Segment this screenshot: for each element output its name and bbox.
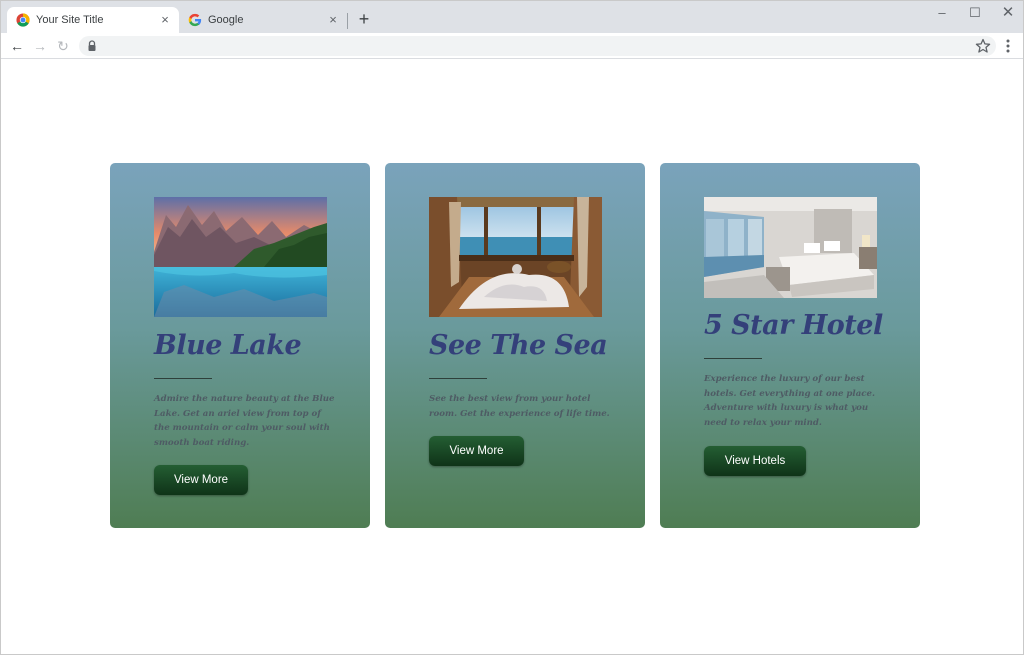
view-more-button[interactable]: View More (154, 465, 248, 495)
minimize-button[interactable]: – (929, 4, 955, 22)
maximize-button[interactable]: ☐ (962, 4, 988, 22)
title-divider (154, 378, 212, 379)
tab-separator (347, 13, 348, 29)
close-window-button[interactable]: ✕ (995, 4, 1021, 22)
page-content: Blue Lake Admire the nature beauty at th… (1, 60, 1023, 654)
card-5-star-hotel: 5 Star Hotel Experience the luxury of ou… (660, 163, 920, 528)
browser-window: Your Site Title × Google × + – ☐ ✕ ← → ↻ (0, 0, 1024, 655)
lock-icon (88, 40, 96, 51)
card-title: See The Sea (429, 330, 608, 361)
hotel-room-image (704, 197, 877, 298)
back-button[interactable]: ← (8, 37, 26, 55)
view-hotels-button[interactable]: View Hotels (704, 446, 806, 476)
title-divider (704, 358, 762, 359)
address-bar[interactable] (79, 36, 996, 56)
close-tab-icon[interactable]: × (326, 13, 340, 27)
sea-view-image (429, 197, 602, 317)
card-description: Experience the luxury of our best hotels… (704, 374, 875, 428)
card-see-the-sea: See The Sea See the best view from your … (385, 163, 645, 528)
card-description: See the best view from your hotel room. … (429, 394, 610, 419)
menu-icon[interactable] (1003, 37, 1013, 55)
star-icon[interactable] (974, 37, 992, 55)
google-icon (188, 13, 202, 27)
card-description: Admire the nature beauty at the Blue Lak… (154, 394, 335, 448)
browser-toolbar: ← → ↻ (1, 33, 1023, 59)
new-tab-button[interactable]: + (355, 10, 373, 28)
view-more-button[interactable]: View More (429, 436, 524, 466)
tab-title: Your Site Title (36, 14, 104, 26)
card-title: Blue Lake (154, 330, 302, 361)
blue-lake-image (154, 197, 327, 317)
tab-title: Google (208, 14, 244, 26)
tab-strip: Your Site Title × Google × + – ☐ ✕ (1, 1, 1023, 33)
address-input[interactable] (103, 38, 963, 54)
tab-google[interactable]: Google × (179, 7, 347, 33)
chrome-icon (16, 13, 30, 27)
tab-your-site-title[interactable]: Your Site Title × (7, 7, 179, 33)
forward-button[interactable]: → (31, 37, 49, 55)
reload-button[interactable]: ↻ (54, 37, 72, 55)
close-tab-icon[interactable]: × (158, 13, 172, 27)
title-divider (429, 378, 487, 379)
card-blue-lake: Blue Lake Admire the nature beauty at th… (110, 163, 370, 528)
card-title: 5 Star Hotel (704, 310, 883, 341)
